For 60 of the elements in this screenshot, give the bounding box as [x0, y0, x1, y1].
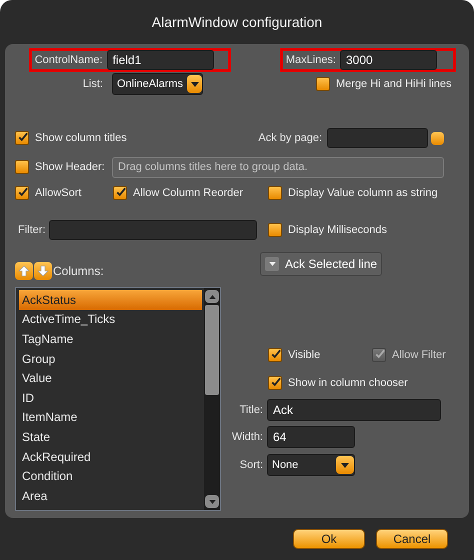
scroll-down-icon[interactable] — [205, 495, 219, 508]
list-item[interactable]: TagName — [19, 329, 202, 349]
input-field[interactable] — [327, 128, 428, 148]
list-item[interactable]: ActiveTime_Ticks — [19, 310, 202, 330]
checkbox[interactable] — [316, 77, 330, 91]
field-label: List: — [82, 78, 103, 90]
checkbox-label: Show Header: — [35, 161, 105, 173]
checkbox[interactable] — [268, 376, 282, 390]
list-item[interactable]: ItemName — [19, 408, 202, 428]
checkbox-label: Display Value column as string — [288, 187, 438, 199]
field-label: MaxLines: — [284, 54, 336, 66]
scroll-thumb[interactable] — [205, 305, 219, 395]
checkbox-label: Allow Column Reorder — [133, 187, 244, 199]
dropdown-arrow-icon[interactable] — [187, 75, 202, 93]
checkbox-label: Show column titles — [35, 132, 127, 144]
checkbox-label: Display Milliseconds — [288, 224, 388, 236]
checkbox-label: Allow Filter — [392, 349, 446, 361]
checkbox[interactable] — [268, 223, 282, 237]
list-item[interactable]: State — [19, 427, 202, 447]
input-field[interactable]: 3000 — [340, 50, 437, 70]
checkbox[interactable] — [268, 348, 282, 362]
list-item[interactable]: Condition — [19, 466, 202, 486]
list-item[interactable]: Group — [19, 348, 202, 368]
checkbox[interactable] — [15, 160, 29, 174]
field-label: ControlName: — [34, 54, 103, 66]
ack-selected-button[interactable]: Ack Selected line — [260, 252, 382, 276]
scrollbar[interactable] — [204, 288, 220, 510]
checkbox[interactable] — [15, 186, 29, 200]
input-field[interactable]: field1 — [106, 50, 214, 70]
window-title: AlarmWindow configuration — [152, 14, 322, 30]
ellipsis-button[interactable] — [431, 132, 444, 144]
checkbox-label: Merge Hi and HiHi lines — [336, 78, 452, 90]
list-item[interactable]: ID — [19, 388, 202, 408]
field-label: Title: — [238, 404, 263, 416]
field-label: Filter: — [18, 224, 46, 236]
checkbox-label: Visible — [288, 349, 320, 361]
move-up-button[interactable] — [15, 262, 33, 280]
group-by-field[interactable]: Drag columns titles here to group data. — [112, 156, 444, 178]
checkbox-label: AllowSort — [35, 187, 82, 199]
list-item[interactable]: Value — [19, 368, 202, 388]
input-field[interactable]: 64 — [267, 426, 355, 448]
field-label: Width: — [230, 431, 263, 443]
section-label: Columns: — [53, 264, 104, 278]
move-down-button[interactable] — [34, 262, 52, 280]
checkbox-label: Show in column chooser — [288, 377, 408, 389]
input-field[interactable]: Ack — [267, 399, 441, 421]
list-item[interactable]: Area — [19, 486, 202, 506]
input-field[interactable] — [49, 220, 257, 240]
dropdown[interactable]: None — [267, 454, 355, 476]
checkbox[interactable] — [15, 131, 29, 145]
cancel-button[interactable]: Cancel — [376, 529, 448, 549]
field-label: Ack by page: — [257, 132, 322, 144]
field-label: Sort: — [238, 459, 263, 471]
list-item[interactable]: AckRequired — [19, 446, 202, 466]
dropdown[interactable]: OnlineAlarms — [112, 73, 203, 95]
checkbox[interactable] — [113, 186, 127, 200]
scroll-up-icon[interactable] — [205, 290, 219, 303]
ok-button[interactable]: Ok — [293, 529, 365, 549]
list-item[interactable]: AckStatus — [19, 290, 202, 310]
checkbox[interactable] — [268, 186, 282, 200]
